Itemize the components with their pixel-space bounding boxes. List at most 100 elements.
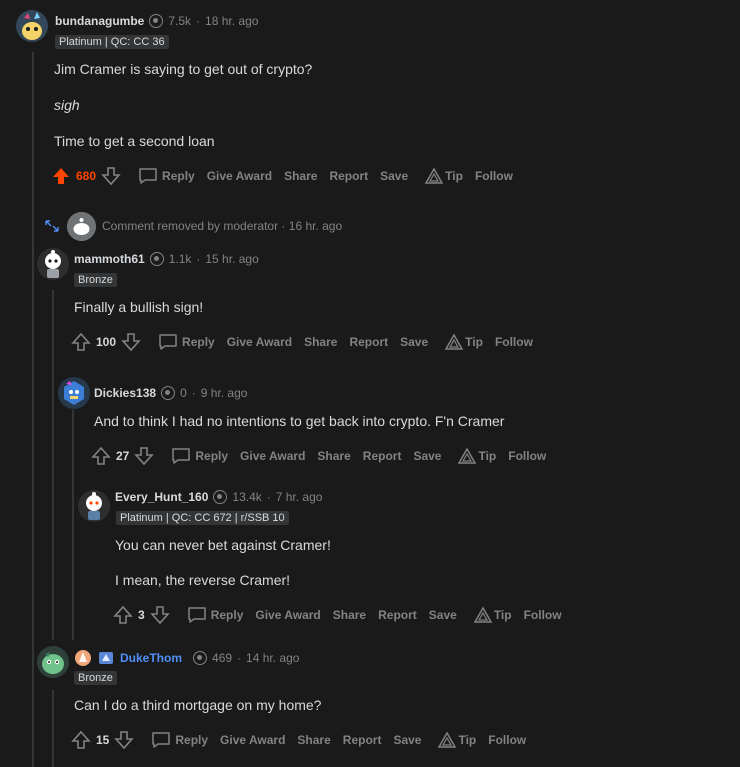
user-flair: Platinum | QC: CC 36	[55, 35, 169, 49]
thread-line[interactable]	[52, 690, 54, 767]
tip-button[interactable]: Tip	[437, 731, 476, 749]
save-button[interactable]: Save	[413, 449, 441, 463]
save-button[interactable]: Save	[380, 169, 408, 183]
comment-body: sigh	[54, 97, 80, 113]
give-award-button[interactable]: Give Award	[207, 169, 272, 183]
give-award-button[interactable]: Give Award	[255, 608, 320, 622]
share-button[interactable]: Share	[297, 733, 330, 747]
upvote-icon[interactable]	[90, 445, 112, 467]
comment-body: And to think I had no intentions to get …	[94, 413, 505, 429]
comment-body: Can I do a third mortgage on my home?	[74, 697, 322, 713]
share-button[interactable]: Share	[304, 335, 337, 349]
comment-body: Jim Cramer is saying to get out of crypt…	[54, 61, 313, 77]
upvote-icon[interactable]	[70, 331, 92, 353]
comment-meta: DukeThom 469 · 14 hr. ago	[74, 649, 299, 667]
reply-button[interactable]: Reply	[151, 731, 208, 749]
username[interactable]: mammoth61	[74, 252, 145, 266]
removed-comment: Comment removed by moderator · 16 hr. ag…	[102, 219, 342, 233]
give-award-button[interactable]: Give Award	[220, 733, 285, 747]
separator: ·	[237, 651, 242, 665]
reply-label: Reply	[175, 733, 209, 747]
tip-icon	[424, 167, 444, 184]
timestamp[interactable]: 15 hr. ago	[205, 252, 258, 266]
upvote-icon[interactable]	[112, 604, 134, 626]
downvote-icon[interactable]	[149, 604, 171, 626]
reply-label: Reply	[210, 608, 244, 622]
reply-button[interactable]: Reply	[171, 447, 228, 465]
timestamp[interactable]: 16 hr. ago	[289, 219, 342, 233]
timestamp[interactable]: 14 hr. ago	[246, 651, 299, 665]
upvote-icon[interactable]	[70, 729, 92, 751]
timestamp[interactable]: 18 hr. ago	[205, 14, 258, 28]
reply-label: Reply	[162, 169, 195, 183]
karma-icon	[161, 386, 176, 400]
vote-score: 27	[116, 449, 130, 463]
reply-button[interactable]: Reply	[138, 167, 195, 185]
share-button[interactable]: Share	[317, 449, 350, 463]
downvote-icon[interactable]	[100, 165, 122, 187]
timestamp[interactable]: 9 hr. ago	[201, 386, 248, 400]
user-flair: Bronze	[74, 273, 117, 287]
reply-button[interactable]: Reply	[187, 606, 244, 624]
report-button[interactable]: Report	[329, 169, 368, 183]
share-button[interactable]: Share	[284, 169, 317, 183]
username[interactable]: Every_Hunt_160	[115, 490, 208, 504]
comment-body: Finally a bullish sign!	[74, 299, 204, 315]
tip-button[interactable]: Tip	[424, 167, 463, 185]
save-button[interactable]: Save	[393, 733, 421, 747]
comment-body: Time to get a second loan	[54, 133, 215, 149]
give-award-button[interactable]: Give Award	[227, 335, 292, 349]
tip-button[interactable]: Tip	[473, 606, 512, 624]
downvote-icon[interactable]	[133, 445, 155, 467]
tip-icon	[444, 333, 464, 350]
report-button[interactable]: Report	[363, 449, 402, 463]
timestamp[interactable]: 7 hr. ago	[276, 490, 323, 504]
follow-button[interactable]: Follow	[495, 335, 533, 349]
reply-button[interactable]: Reply	[158, 333, 215, 351]
avatar[interactable]	[37, 248, 69, 280]
username[interactable]: Dickies138	[94, 386, 156, 400]
separator: ·	[266, 490, 271, 504]
vote-score: 680	[76, 169, 97, 183]
award-icon	[74, 649, 92, 667]
follow-button[interactable]: Follow	[524, 608, 562, 622]
vote-score: 3	[138, 608, 145, 622]
username[interactable]: bundanagumbe	[55, 14, 144, 28]
comment-body: I mean, the reverse Cramer!	[115, 572, 291, 588]
follow-button[interactable]: Follow	[488, 733, 526, 747]
upvote-icon[interactable]	[50, 165, 72, 187]
user-flair: Platinum | QC: CC 672 | r/SSB 10	[116, 511, 289, 525]
avatar[interactable]	[58, 377, 90, 409]
vote-score: 15	[96, 733, 110, 747]
follow-button[interactable]: Follow	[475, 169, 513, 183]
follow-button[interactable]: Follow	[508, 449, 546, 463]
comment-actions: 3 Reply Give Award Share Report Save Tip…	[112, 603, 562, 627]
tip-label: Tip	[478, 449, 497, 463]
avatar[interactable]	[16, 10, 48, 42]
comment-actions: 15 Reply Give Award Share Report Save Ti…	[70, 728, 526, 752]
downvote-icon[interactable]	[113, 729, 135, 751]
reply-label: Reply	[195, 449, 229, 463]
downvote-icon[interactable]	[120, 331, 142, 353]
share-button[interactable]: Share	[333, 608, 366, 622]
comment-meta: Every_Hunt_160 13.4k · 7 hr. ago	[115, 490, 322, 504]
tip-button[interactable]: Tip	[444, 333, 483, 351]
expand-icon[interactable]	[44, 219, 60, 238]
give-award-button[interactable]: Give Award	[240, 449, 305, 463]
report-button[interactable]: Report	[349, 335, 388, 349]
avatar[interactable]	[37, 646, 69, 678]
save-button[interactable]: Save	[400, 335, 428, 349]
vote-score: 100	[96, 335, 117, 349]
separator: ·	[196, 14, 201, 28]
thread-line[interactable]	[52, 290, 54, 640]
report-button[interactable]: Report	[343, 733, 382, 747]
thread-line[interactable]	[72, 410, 74, 640]
thread-line[interactable]	[32, 52, 34, 767]
tip-button[interactable]: Tip	[457, 447, 496, 465]
avatar[interactable]	[78, 490, 110, 522]
report-button[interactable]: Report	[378, 608, 417, 622]
reply-icon	[139, 168, 157, 184]
save-button[interactable]: Save	[429, 608, 457, 622]
removed-label: Comment removed by moderator	[102, 219, 279, 233]
username[interactable]: DukeThom	[120, 651, 182, 665]
